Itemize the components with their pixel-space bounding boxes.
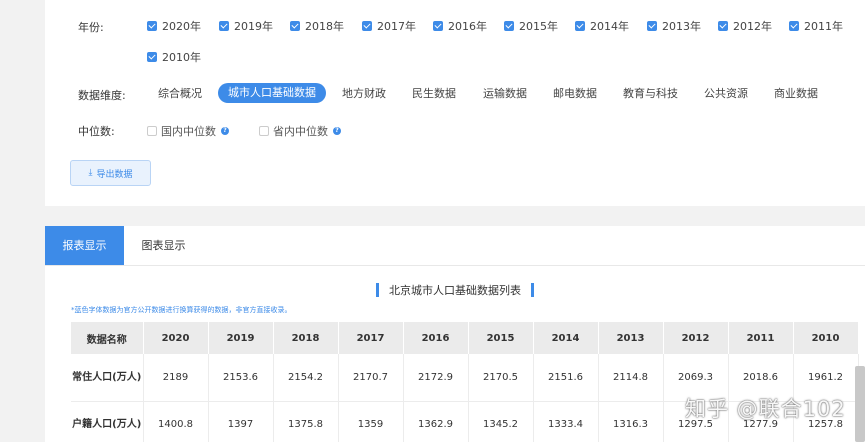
checkbox-checked-icon bbox=[290, 21, 300, 31]
year-checkbox-2019[interactable]: 2019年 bbox=[219, 18, 273, 34]
view-tabs: 报表显示 图表显示 bbox=[45, 226, 203, 265]
dimension-tab-public[interactable]: 公共资源 bbox=[704, 84, 748, 104]
table-title-row: 北京城市人口基础数据列表 bbox=[45, 282, 865, 298]
year-label: 年份: bbox=[78, 21, 104, 34]
year-checkbox-2014[interactable]: 2014年 bbox=[575, 18, 629, 34]
checkbox-checked-icon bbox=[147, 52, 157, 62]
table-scrollbar[interactable] bbox=[855, 366, 865, 442]
table-cell: 1359 bbox=[338, 401, 404, 442]
checkbox-checked-icon bbox=[789, 21, 799, 31]
table-cell: 2170.7 bbox=[338, 354, 404, 402]
checkbox-unchecked-icon bbox=[147, 126, 157, 136]
header-cell: 2019 bbox=[208, 322, 274, 354]
checkbox-checked-icon bbox=[362, 21, 372, 31]
checkbox-checked-icon bbox=[433, 21, 443, 31]
dimension-label: 数据维度: bbox=[78, 89, 126, 102]
year-checkbox-2017[interactable]: 2017年 bbox=[362, 18, 416, 34]
checkbox-checked-icon bbox=[575, 21, 585, 31]
year-checkbox-2020[interactable]: 2020年 bbox=[147, 18, 201, 34]
data-note: *蓝色字体数据为官方公开数据进行换算获得的数据，非官方直接收录。 bbox=[71, 306, 292, 314]
tab-divider bbox=[45, 265, 865, 266]
year-checkbox-2011[interactable]: 2011年 bbox=[789, 18, 843, 34]
data-table: 数据名称 2020 2019 2018 2017 2016 2015 2014 … bbox=[71, 322, 859, 442]
year-checkbox-2010[interactable]: 2010年 bbox=[147, 49, 201, 65]
watermark: 知乎 @联合102 bbox=[685, 397, 846, 421]
table-cell: 2154.2 bbox=[273, 354, 339, 402]
header-cell: 2020 bbox=[143, 322, 209, 354]
table-title: 北京城市人口基础数据列表 bbox=[389, 284, 521, 297]
dimension-tab-post[interactable]: 邮电数据 bbox=[553, 84, 597, 104]
export-button[interactable]: ⤓ 导出数据 bbox=[70, 160, 151, 186]
year-checkbox-2012[interactable]: 2012年 bbox=[718, 18, 772, 34]
table-cell: 1316.3 bbox=[598, 401, 664, 442]
dimension-tab-business[interactable]: 商业数据 bbox=[774, 84, 818, 104]
table-cell: 1397 bbox=[208, 401, 274, 442]
table-cell: 1375.8 bbox=[273, 401, 339, 442]
header-cell: 2014 bbox=[533, 322, 599, 354]
download-icon: ⤓ bbox=[88, 168, 93, 178]
dimension-tab-livelihood[interactable]: 民生数据 bbox=[412, 84, 456, 104]
table-cell: 1400.8 bbox=[143, 401, 209, 442]
median-label: 中位数: bbox=[78, 125, 115, 138]
header-cell: 2010 bbox=[793, 322, 859, 354]
filter-panel: 年份: 2020年 2019年 2018年 2017年 2016年 2015年 … bbox=[45, 0, 865, 206]
checkbox-checked-icon bbox=[504, 21, 514, 31]
table-cell: 2151.6 bbox=[533, 354, 599, 402]
dimension-tab-overview[interactable]: 综合概况 bbox=[158, 84, 202, 104]
checkbox-checked-icon bbox=[718, 21, 728, 31]
year-checkbox-2018[interactable]: 2018年 bbox=[290, 18, 344, 34]
table-cell: 2170.5 bbox=[468, 354, 534, 402]
header-cell: 2015 bbox=[468, 322, 534, 354]
header-cell: 2012 bbox=[663, 322, 729, 354]
table-cell: 2172.9 bbox=[403, 354, 469, 402]
year-checkbox-2015[interactable]: 2015年 bbox=[504, 18, 558, 34]
header-cell: 2017 bbox=[338, 322, 404, 354]
title-bar-left bbox=[376, 283, 379, 297]
help-icon[interactable]: ? bbox=[333, 127, 341, 135]
row-name-cell: 户籍人口(万人) bbox=[71, 401, 144, 442]
tab-report[interactable]: 报表显示 bbox=[45, 226, 124, 265]
table-header-row: 数据名称 2020 2019 2018 2017 2016 2015 2014 … bbox=[71, 322, 859, 354]
checkbox-checked-icon bbox=[219, 21, 229, 31]
row-name-cell: 常住人口(万人) bbox=[71, 354, 144, 402]
table-cell: 2153.6 bbox=[208, 354, 274, 402]
checkbox-checked-icon bbox=[647, 21, 657, 31]
dimension-tab-population[interactable]: 城市人口基础数据 bbox=[218, 83, 326, 103]
header-cell: 2018 bbox=[273, 322, 339, 354]
median-checkbox-provincial[interactable]: 省内中位数? bbox=[259, 123, 341, 139]
dimension-tab-education[interactable]: 教育与科技 bbox=[623, 84, 678, 104]
header-cell: 数据名称 bbox=[71, 322, 144, 354]
table-cell: 1362.9 bbox=[403, 401, 469, 442]
header-cell: 2016 bbox=[403, 322, 469, 354]
dimension-tab-finance[interactable]: 地方财政 bbox=[342, 84, 386, 104]
year-checkbox-2013[interactable]: 2013年 bbox=[647, 18, 701, 34]
table-cell: 1345.2 bbox=[468, 401, 534, 442]
table-cell: 1333.4 bbox=[533, 401, 599, 442]
header-cell: 2011 bbox=[728, 322, 794, 354]
help-icon[interactable]: ? bbox=[221, 127, 229, 135]
median-checkbox-national[interactable]: 国内中位数? bbox=[147, 123, 229, 139]
checkbox-checked-icon bbox=[147, 21, 157, 31]
table-cell: 2189 bbox=[143, 354, 209, 402]
title-bar-right bbox=[531, 283, 534, 297]
checkbox-unchecked-icon bbox=[259, 126, 269, 136]
year-checkbox-2016[interactable]: 2016年 bbox=[433, 18, 487, 34]
table-cell: 2114.8 bbox=[598, 354, 664, 402]
dimension-tab-transport[interactable]: 运输数据 bbox=[483, 84, 527, 104]
header-cell: 2013 bbox=[598, 322, 664, 354]
tab-chart[interactable]: 图表显示 bbox=[124, 226, 203, 265]
